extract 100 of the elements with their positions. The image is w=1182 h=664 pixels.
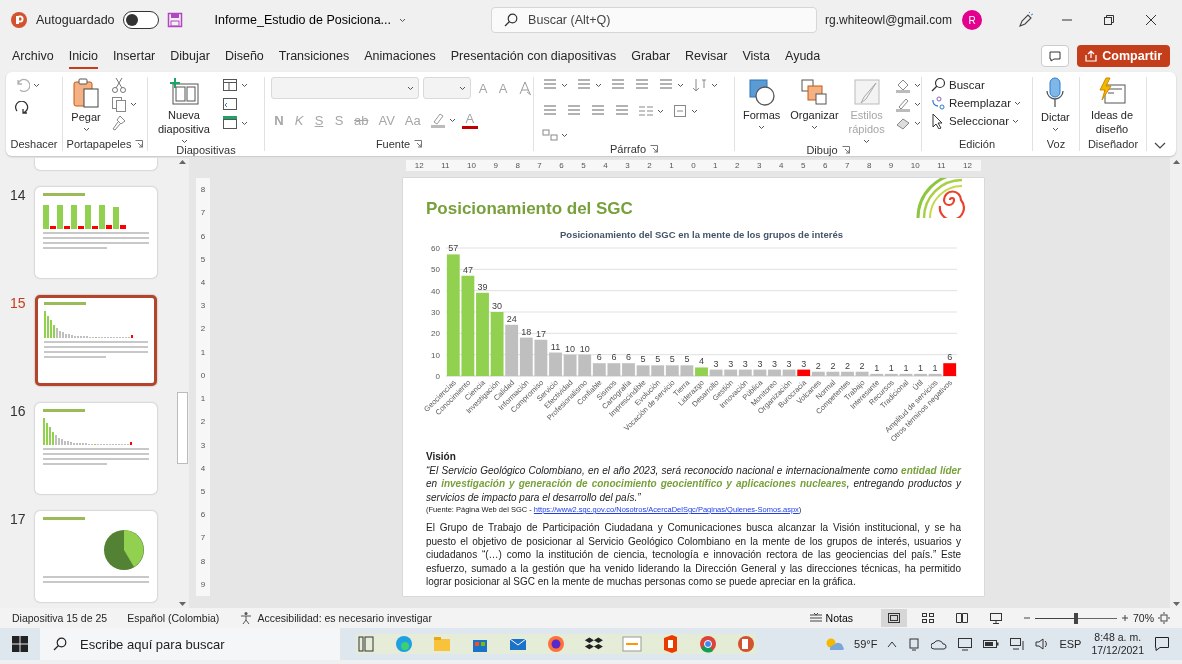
scroll-thumb[interactable] xyxy=(176,392,188,464)
arrange-icon xyxy=(799,77,830,107)
copy-button[interactable] xyxy=(109,96,139,112)
normal-view-button[interactable] xyxy=(881,609,907,627)
zoom-out-icon[interactable] xyxy=(1023,614,1031,622)
smartart-button[interactable] xyxy=(540,127,570,143)
layout-button[interactable] xyxy=(220,77,250,93)
ruler-number: 3 xyxy=(200,440,206,450)
notification-icon[interactable] xyxy=(1154,636,1170,652)
task-view-icon[interactable] xyxy=(356,634,376,654)
menu-tab[interactable]: Grabar xyxy=(631,43,671,69)
menu-tab[interactable]: Archivo xyxy=(12,43,54,69)
replace-button[interactable]: Reemplazar xyxy=(928,95,1023,111)
data-label: 57 xyxy=(448,243,459,254)
avatar[interactable]: R xyxy=(962,10,982,30)
menu-tab[interactable]: Animaciones xyxy=(364,43,436,69)
select-button[interactable]: Seleccionar xyxy=(928,113,1022,129)
zoom-in-icon[interactable] xyxy=(1121,614,1129,622)
accessibility-status[interactable]: Accesibilidad: es necesario investigar xyxy=(257,612,432,624)
caret-icon xyxy=(913,82,921,88)
axis-label: 20 xyxy=(431,329,440,339)
slide-thumbnail[interactable] xyxy=(35,295,157,386)
menu-tab[interactable]: Diseño xyxy=(224,43,264,69)
firefox-icon[interactable] xyxy=(546,634,566,654)
comments-button[interactable] xyxy=(1041,45,1070,67)
slide-thumbnail[interactable] xyxy=(35,158,157,170)
slide-thumbnail[interactable] xyxy=(35,187,157,278)
pen-icon[interactable] xyxy=(1017,12,1033,28)
down-arrow-icon[interactable] xyxy=(1171,600,1181,608)
clock-date[interactable]: 17/12/2021 xyxy=(1091,644,1144,657)
autosave-toggle[interactable] xyxy=(122,11,159,29)
data-label: 1 xyxy=(903,362,909,373)
up-arrow-icon[interactable] xyxy=(1171,158,1181,166)
arrange-button[interactable]: Organizar xyxy=(788,77,841,130)
close-icon[interactable] xyxy=(1145,14,1157,26)
ruler-number: 6 xyxy=(822,161,828,170)
new-slide-button[interactable]: Nueva diapositiva xyxy=(154,77,214,144)
launcher-icon[interactable] xyxy=(841,145,850,154)
section-button[interactable] xyxy=(220,115,250,131)
down-arrow-icon[interactable] xyxy=(177,600,187,608)
windows-icon[interactable] xyxy=(12,636,28,652)
data-label: 30 xyxy=(492,301,503,311)
browser-icon[interactable] xyxy=(394,634,414,654)
menu-tab[interactable]: Insertar xyxy=(112,43,156,69)
dictate-button[interactable]: Dictar xyxy=(1039,77,1072,132)
restore-icon[interactable] xyxy=(1103,14,1115,26)
search-icon xyxy=(930,77,946,93)
weather-temperature[interactable]: 59°F xyxy=(854,638,878,650)
launcher-icon[interactable] xyxy=(135,140,144,148)
collapse-icon[interactable] xyxy=(1154,142,1166,150)
launcher-icon[interactable] xyxy=(414,140,423,148)
ruler-number: 6 xyxy=(200,510,206,520)
file-name-button[interactable]: Informe_Estudio de Posiciona... xyxy=(212,11,409,29)
text-direction-button[interactable] xyxy=(690,77,720,93)
find-button[interactable]: Buscar xyxy=(928,77,987,93)
cloud-icon[interactable] xyxy=(931,638,948,650)
data-label: 3 xyxy=(801,358,807,369)
menu-tab[interactable]: Ayuda xyxy=(785,43,821,69)
shapes-button[interactable]: Formas xyxy=(741,77,783,130)
font-size-field[interactable] xyxy=(423,77,471,99)
up-arrow-icon[interactable] xyxy=(177,158,187,166)
input-language[interactable]: ESP xyxy=(1059,638,1082,650)
fit-to-window-icon[interactable] xyxy=(1158,612,1170,624)
battery-icon[interactable] xyxy=(983,639,1000,649)
data-label: 5 xyxy=(640,354,646,365)
caret-icon xyxy=(241,120,248,126)
axis-label: 10 xyxy=(431,350,440,360)
save-icon[interactable] xyxy=(166,12,183,28)
scrollbar[interactable] xyxy=(1170,158,1182,608)
caret-icon xyxy=(33,82,40,88)
slide-thumbnail[interactable] xyxy=(35,403,157,494)
clock-time[interactable]: 8:48 a. m. xyxy=(1094,631,1142,644)
chrome-icon[interactable] xyxy=(698,634,718,654)
zoom-percentage[interactable]: 70% xyxy=(1133,612,1154,624)
display-icon[interactable] xyxy=(957,637,974,651)
chevron-up-icon[interactable] xyxy=(887,640,898,648)
launcher-icon[interactable] xyxy=(650,145,659,153)
network-icon[interactable] xyxy=(1009,637,1026,651)
presentation-app-icon[interactable] xyxy=(736,634,756,654)
group-label: Párrafo xyxy=(609,143,647,155)
share-button[interactable]: Compartir xyxy=(1077,45,1170,67)
menu-tab[interactable]: Inicio xyxy=(68,43,98,69)
menu-tab[interactable]: Revisar xyxy=(685,43,728,69)
zoom-slider[interactable] xyxy=(1035,612,1117,624)
paste-button[interactable]: Pegar xyxy=(69,77,103,132)
ruler-number: 6 xyxy=(559,161,564,170)
slide-thumbnail[interactable] xyxy=(35,511,157,602)
menu-tab[interactable]: Transiciones xyxy=(278,43,350,69)
menu-tab[interactable]: Dibujar xyxy=(170,43,210,69)
design-ideas-button[interactable]: Ideas de diseño xyxy=(1086,77,1138,137)
menu-tab[interactable]: Vista xyxy=(742,43,770,69)
font-name-field[interactable] xyxy=(271,77,419,99)
taskbar-search-field[interactable]: Escribe aquí para buscar xyxy=(40,628,340,660)
notes-button[interactable]: Notas xyxy=(802,611,859,625)
speaker-icon[interactable] xyxy=(1035,638,1050,650)
search-field[interactable]: Buscar (Alt+Q) xyxy=(491,7,818,33)
reading-view-icon xyxy=(955,612,969,624)
menu-tab[interactable]: Presentación con diapositivas xyxy=(450,43,617,69)
caret-icon xyxy=(459,85,466,91)
notes-icon xyxy=(808,613,823,623)
